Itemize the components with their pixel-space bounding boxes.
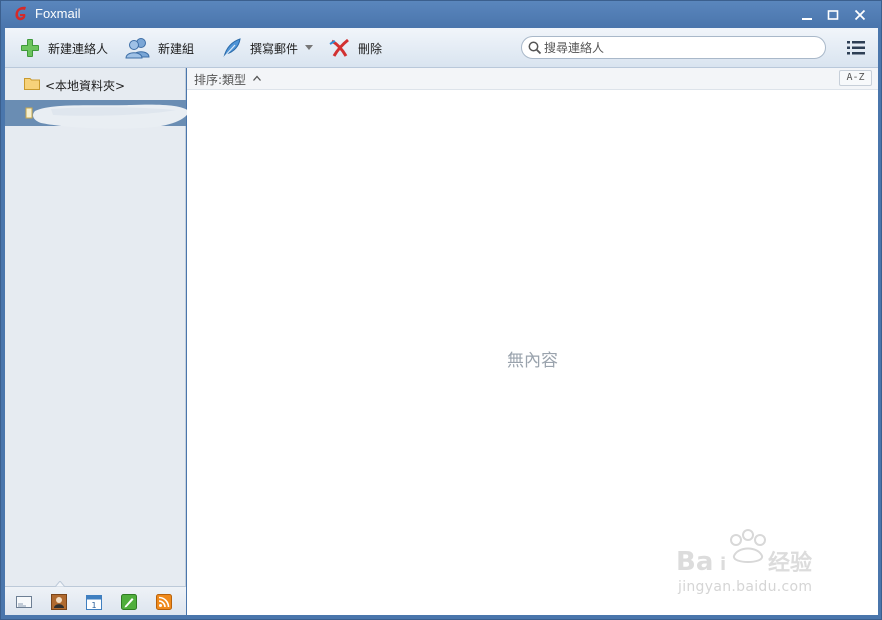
- group-icon: [125, 38, 150, 59]
- empty-state-message: 無內容: [507, 351, 558, 371]
- feather-pen-icon: [223, 38, 241, 58]
- sort-by-type-button[interactable]: 排序:類型: [194, 71, 246, 88]
- maximize-button[interactable]: [822, 5, 844, 25]
- search-box: [521, 36, 826, 59]
- calendar-button[interactable]: 1: [86, 594, 102, 610]
- close-button[interactable]: [849, 5, 871, 25]
- redacted-account-name: [33, 104, 189, 129]
- svg-text:经验: 经验: [768, 550, 812, 576]
- chevron-down-icon[interactable]: [305, 45, 314, 51]
- close-icon: [854, 9, 866, 21]
- new-contact-label: 新建連絡人: [48, 41, 109, 56]
- sidebar-item-account[interactable]: [5, 100, 189, 129]
- chevron-up-icon[interactable]: [253, 75, 261, 81]
- title-bar: Foxmail: [1, 1, 881, 28]
- sort-bar: 排序:類型 A-Z: [187, 68, 878, 90]
- contacts-icon[interactable]: [51, 594, 67, 610]
- foxmail-logo-icon: [15, 6, 26, 21]
- compose-button[interactable]: 撰寫郵件: [221, 36, 314, 60]
- sidebar: <本地資料夾> 1: [5, 68, 189, 615]
- plus-icon: [21, 39, 39, 57]
- new-group-label: 新建組: [158, 41, 195, 56]
- svg-text:Ba: Ba: [676, 547, 713, 577]
- module-switcher: 1: [5, 581, 186, 615]
- search-input[interactable]: [544, 39, 814, 56]
- compose-label: 撰寫郵件: [250, 41, 299, 56]
- new-group-button[interactable]: 新建組: [125, 36, 194, 60]
- az-index-button[interactable]: A-Z: [839, 70, 872, 86]
- sidebar-item-local-folder[interactable]: <本地資料夾>: [5, 72, 186, 96]
- svg-text:i: i: [720, 554, 726, 575]
- mail-icon[interactable]: [16, 594, 32, 610]
- delete-label: 刪除: [358, 41, 383, 56]
- watermark-url: jingyan.baidu.com: [678, 579, 813, 595]
- sidebar-item-label: <本地資料夾>: [45, 79, 126, 93]
- notes-icon[interactable]: [121, 594, 137, 610]
- window-title: Foxmail: [35, 6, 81, 21]
- calendar-icon: 1: [86, 595, 102, 610]
- delete-button[interactable]: 刪除: [329, 36, 382, 60]
- delete-icon: [329, 38, 349, 57]
- maximize-icon: [827, 10, 839, 20]
- new-contact-button[interactable]: 新建連絡人: [19, 36, 108, 60]
- minimize-button[interactable]: [796, 5, 818, 25]
- menu-list-icon[interactable]: [847, 40, 865, 56]
- rss-icon[interactable]: [156, 594, 172, 610]
- minimize-icon: [802, 18, 812, 20]
- calendar-day-text: 1: [91, 601, 96, 610]
- search-icon: [528, 41, 542, 55]
- active-indicator-icon: [55, 581, 65, 587]
- toolbar: 新建連絡人 新建組 撰寫郵件 刪除: [5, 28, 878, 68]
- folder-icon: [24, 78, 40, 90]
